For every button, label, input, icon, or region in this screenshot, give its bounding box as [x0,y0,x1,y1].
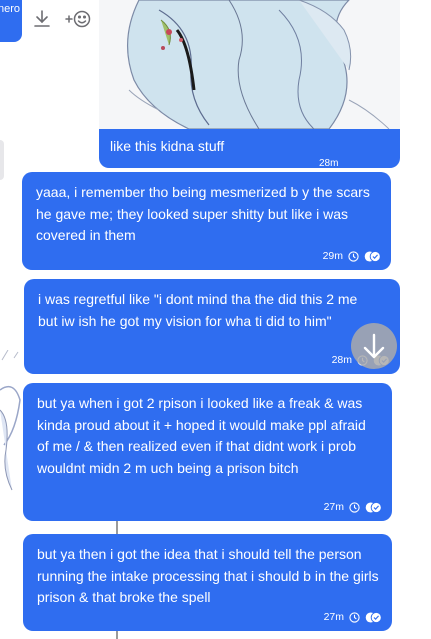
message-meta: 28m [319,158,338,168]
message-meta: 27m [324,501,382,513]
add-reaction-icon[interactable] [64,8,92,30]
clipped-image-edge [0,350,22,500]
message-meta: 29m [323,250,381,262]
message-time: 28m [319,158,339,168]
message-bubble[interactable]: but ya when i got 2 rpison i looked like… [23,383,392,521]
clock-icon [348,250,359,262]
download-icon[interactable] [31,8,53,30]
message-time: 28m [331,354,352,366]
message-bubble[interactable]: but ya then i got the idea that i should… [23,534,392,631]
clipped-message-bubble[interactable]: nero [0,0,22,42]
clock-icon [349,611,360,623]
image-caption: like this kidna stuff [110,138,225,154]
sketch-image[interactable] [99,0,400,129]
message-text: but ya when i got 2 rpison i looked like… [37,395,366,476]
message-time: 27m [323,611,344,623]
clipped-bubble-edge [0,140,4,180]
message-time: 27m [323,501,344,513]
message-bubble[interactable]: i was regretful like "i dont mind tha th… [24,279,400,374]
read-receipt-icon [365,501,382,513]
message-meta: 27m [324,611,382,623]
message-text: but ya then i got the idea that i should… [37,546,379,605]
clock-icon [349,501,360,513]
clipped-chip-label: nero [0,3,21,15]
message-text: i was regretful like "i dont mind tha th… [38,291,358,329]
message-time: 29m [322,250,343,262]
read-receipt-icon [365,611,382,623]
read-receipt-icon [364,250,381,262]
scroll-to-bottom-button[interactable] [351,323,397,369]
message-text: yaaa, i remember tho being mesmerized b … [36,184,370,243]
message-bubble[interactable]: yaaa, i remember tho being mesmerized b … [22,172,391,270]
arrow-down-icon [363,333,385,359]
image-message[interactable]: like this kidna stuff 28m [99,0,400,168]
